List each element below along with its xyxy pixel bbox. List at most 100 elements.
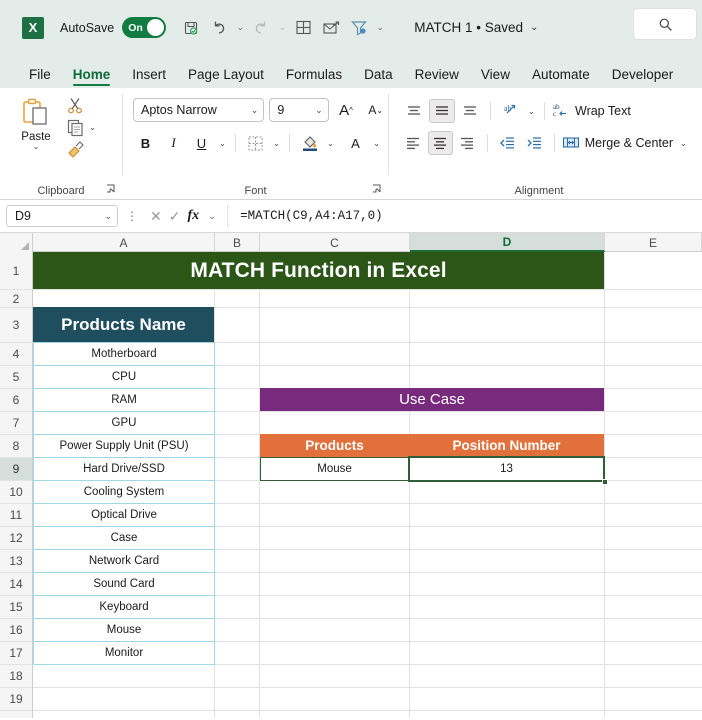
increase-indent-button[interactable] bbox=[522, 131, 547, 155]
font-color-button[interactable]: A bbox=[343, 131, 368, 155]
fill-color-chevron-down-icon[interactable]: ⌄ bbox=[325, 139, 336, 148]
column-header-d[interactable]: D bbox=[410, 233, 605, 252]
fill-handle[interactable] bbox=[602, 479, 608, 485]
row-header-14[interactable]: 14 bbox=[0, 573, 32, 596]
product-cell-a5[interactable]: CPU bbox=[33, 365, 215, 389]
formula-chevron-down-icon[interactable]: ⌄ bbox=[206, 211, 218, 222]
email-icon[interactable] bbox=[318, 15, 344, 41]
select-all-corner[interactable] bbox=[0, 233, 33, 252]
column-header-a[interactable]: A bbox=[33, 233, 215, 252]
tab-file[interactable]: File bbox=[18, 67, 62, 88]
borders-chevron-down-icon[interactable]: ⌄ bbox=[271, 139, 282, 148]
scissors-icon[interactable] bbox=[66, 96, 85, 115]
use-case-header-cell[interactable]: Use Case bbox=[260, 388, 604, 411]
row-header-12[interactable]: 12 bbox=[0, 527, 32, 550]
font-name-chevron-down-icon[interactable]: ⌄ bbox=[251, 105, 259, 116]
row-header-5[interactable]: 5 bbox=[0, 366, 32, 389]
product-cell-a11[interactable]: Optical Drive bbox=[33, 503, 215, 527]
product-cell-a7[interactable]: GPU bbox=[33, 411, 215, 435]
orientation-button[interactable]: ab bbox=[498, 99, 524, 123]
row-header-4[interactable]: 4 bbox=[0, 343, 32, 366]
merge-center-button[interactable]: Merge & Center ⌄ bbox=[562, 134, 689, 152]
undo-chevron-down-icon[interactable]: ⌄ bbox=[234, 22, 246, 33]
underline-button[interactable]: U bbox=[189, 131, 214, 155]
row-header-3[interactable]: 3 bbox=[0, 308, 32, 343]
decrease-font-size-button[interactable]: A ⌄ bbox=[363, 98, 388, 122]
paste-chevron-down-icon[interactable]: ⌄ bbox=[33, 143, 40, 151]
formula-bar-more-icon[interactable]: ⋮ bbox=[123, 209, 141, 223]
insert-function-icon[interactable]: fx bbox=[187, 208, 199, 224]
document-title-chevron-down-icon[interactable]: ⌄ bbox=[530, 22, 538, 33]
font-name-combo[interactable]: Aptos Narrow ⌄ bbox=[133, 98, 265, 122]
format-painter-icon[interactable] bbox=[66, 140, 85, 159]
clipboard-dialog-launcher-icon[interactable] bbox=[106, 184, 116, 196]
row-header-1[interactable]: 1 bbox=[0, 252, 32, 290]
borders-button[interactable] bbox=[243, 131, 268, 155]
row-header-2[interactable]: 2 bbox=[0, 290, 32, 308]
tab-view[interactable]: View bbox=[470, 67, 521, 88]
font-size-chevron-down-icon[interactable]: ⌄ bbox=[315, 105, 323, 116]
use-case-product-value-cell[interactable]: Mouse bbox=[260, 457, 409, 481]
increase-font-size-button[interactable]: A ^ bbox=[334, 98, 359, 122]
autosave-toggle[interactable]: On bbox=[122, 17, 167, 38]
merge-chevron-down-icon[interactable]: ⌄ bbox=[678, 139, 689, 148]
product-cell-a13[interactable]: Network Card bbox=[33, 549, 215, 573]
tab-data[interactable]: Data bbox=[353, 67, 404, 88]
filter-icon[interactable] bbox=[346, 15, 372, 41]
cancel-icon[interactable]: ✕ bbox=[150, 208, 162, 225]
column-header-b[interactable]: B bbox=[215, 233, 260, 252]
row-header-15[interactable]: 15 bbox=[0, 596, 32, 619]
align-right-button[interactable] bbox=[455, 131, 480, 155]
column-header-c[interactable]: C bbox=[260, 233, 410, 252]
row-header-16[interactable]: 16 bbox=[0, 619, 32, 642]
bold-button[interactable]: B bbox=[133, 131, 158, 155]
tab-home[interactable]: Home bbox=[62, 67, 122, 88]
row-header-8[interactable]: 8 bbox=[0, 435, 32, 458]
confirm-icon[interactable]: ✓ bbox=[169, 208, 181, 225]
tab-formulas[interactable]: Formulas bbox=[275, 67, 353, 88]
tab-page-layout[interactable]: Page Layout bbox=[177, 67, 275, 88]
product-cell-a6[interactable]: RAM bbox=[33, 388, 215, 412]
use-case-position-header-cell[interactable]: Position Number bbox=[409, 434, 604, 457]
copy-icon[interactable] bbox=[66, 118, 85, 137]
undo-icon[interactable] bbox=[206, 15, 232, 41]
tab-automate[interactable]: Automate bbox=[521, 67, 601, 88]
product-cell-a15[interactable]: Keyboard bbox=[33, 595, 215, 619]
wrap-text-button[interactable]: ab c Wrap Text bbox=[552, 102, 631, 120]
decrease-indent-button[interactable] bbox=[495, 131, 520, 155]
row-header-7[interactable]: 7 bbox=[0, 412, 32, 435]
tab-review[interactable]: Review bbox=[404, 67, 470, 88]
row-header-19[interactable]: 19 bbox=[0, 688, 32, 711]
use-case-position-value-cell[interactable]: 13 bbox=[409, 457, 604, 481]
row-header-17[interactable]: 17 bbox=[0, 642, 32, 665]
product-cell-a12[interactable]: Case bbox=[33, 526, 215, 550]
use-case-products-header-cell[interactable]: Products bbox=[260, 434, 409, 457]
font-dialog-launcher-icon[interactable] bbox=[372, 184, 382, 196]
tab-developer[interactable]: Developer bbox=[601, 67, 685, 88]
font-size-combo[interactable]: 9 ⌄ bbox=[269, 98, 329, 122]
product-cell-a8[interactable]: Power Supply Unit (PSU) bbox=[33, 434, 215, 458]
name-box-chevron-down-icon[interactable]: ⌄ bbox=[104, 211, 112, 222]
align-middle-button[interactable] bbox=[429, 99, 455, 123]
align-left-button[interactable] bbox=[401, 131, 426, 155]
orientation-chevron-down-icon[interactable]: ⌄ bbox=[526, 107, 537, 116]
qat-more-chevron-icon[interactable]: ⌄ bbox=[374, 22, 386, 33]
font-color-chevron-down-icon[interactable]: ⌄ bbox=[371, 139, 382, 148]
document-title[interactable]: MATCH 1 • Saved ⌄ bbox=[414, 20, 538, 35]
align-bottom-button[interactable] bbox=[457, 99, 483, 123]
copy-chevron-down-icon[interactable]: ⌄ bbox=[87, 123, 98, 132]
name-box[interactable]: D9 ⌄ bbox=[6, 205, 118, 227]
search-input[interactable] bbox=[634, 9, 696, 39]
products-name-header-cell[interactable]: Products Name bbox=[33, 307, 214, 342]
product-cell-a10[interactable]: Cooling System bbox=[33, 480, 215, 504]
tab-insert[interactable]: Insert bbox=[121, 67, 177, 88]
align-center-button[interactable] bbox=[427, 131, 453, 155]
title-banner-cell[interactable]: MATCH Function in Excel bbox=[33, 252, 604, 289]
row-header-18[interactable]: 18 bbox=[0, 665, 32, 688]
row-header-6[interactable]: 6 bbox=[0, 389, 32, 412]
italic-button[interactable]: I bbox=[161, 131, 186, 155]
fill-color-button[interactable] bbox=[297, 131, 322, 155]
align-top-button[interactable] bbox=[401, 99, 427, 123]
formula-input[interactable]: =MATCH(C9,A4:A17,0) bbox=[227, 205, 696, 227]
row-header-11[interactable]: 11 bbox=[0, 504, 32, 527]
